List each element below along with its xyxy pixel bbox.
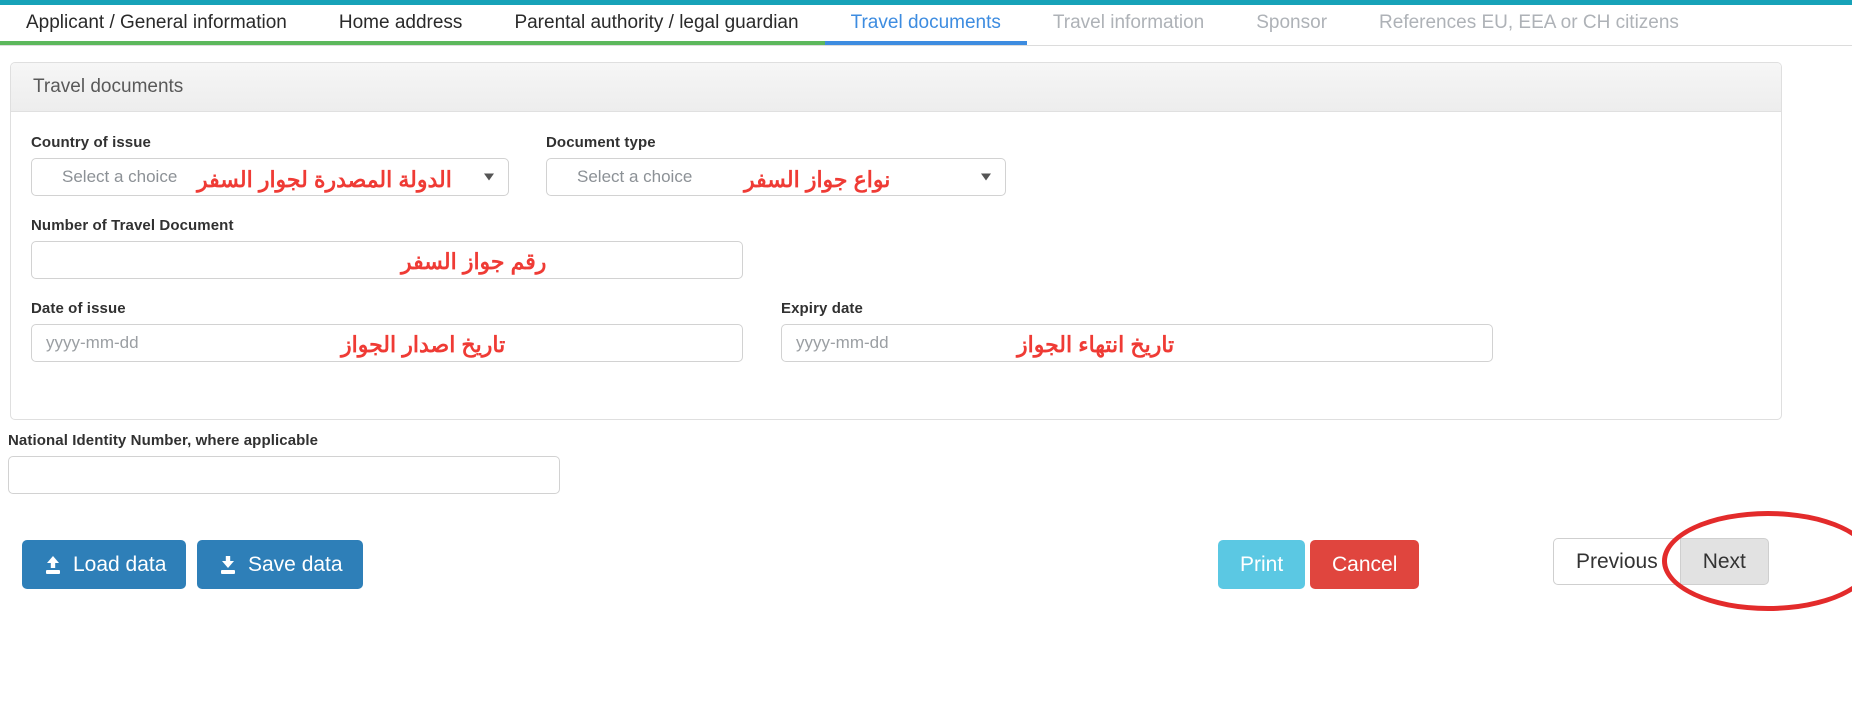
- tab-applicant-general-information[interactable]: Applicant / General information: [0, 5, 313, 45]
- document-type-select[interactable]: Select a choice: [546, 158, 1006, 196]
- save-data-button[interactable]: Save data: [197, 540, 363, 589]
- wizard-tab-strip: Applicant / General information Home add…: [0, 5, 1852, 46]
- panel-header: Travel documents: [11, 63, 1781, 112]
- number-of-travel-document-label: Number of Travel Document: [31, 217, 234, 234]
- previous-button[interactable]: Previous: [1553, 538, 1680, 585]
- tab-travel-documents[interactable]: Travel documents: [824, 5, 1027, 45]
- tab-label: Travel information: [1052, 12, 1205, 33]
- date-of-issue-control[interactable]: [31, 324, 743, 362]
- load-data-label: Load data: [73, 552, 167, 576]
- tab-label: Parental authority / legal guardian: [514, 12, 799, 33]
- tab-parental-authority-legal-guardian[interactable]: Parental authority / legal guardian: [488, 5, 825, 45]
- number-of-travel-document-control[interactable]: [31, 241, 743, 279]
- country-of-issue-select[interactable]: Select a choice: [31, 158, 509, 196]
- field-number-of-travel-document: Number of Travel Document رقم جواز السفر: [31, 217, 743, 279]
- expiry-date-input[interactable]: [794, 325, 1480, 361]
- chevron-down-icon: [981, 173, 991, 181]
- next-button[interactable]: Next: [1679, 538, 1769, 585]
- date-of-issue-label: Date of issue: [31, 300, 126, 317]
- cancel-label: Cancel: [1332, 552, 1398, 576]
- document-type-placeholder: Select a choice: [577, 167, 693, 186]
- tab-home-address[interactable]: Home address: [312, 5, 489, 45]
- panel-body: Country of issue Select a choice الدولة …: [11, 112, 1781, 362]
- field-date-of-issue: Date of issue تاريخ اصدار الجواز: [31, 300, 743, 362]
- form-row-3: Date of issue تاريخ اصدار الجواز Expiry …: [31, 300, 1761, 362]
- national-identity-number-control[interactable]: [8, 456, 560, 494]
- date-of-issue-input[interactable]: [44, 325, 730, 361]
- load-data-button[interactable]: Load data: [22, 540, 187, 589]
- country-of-issue-placeholder: Select a choice: [62, 167, 178, 186]
- form-row-1: Country of issue Select a choice الدولة …: [31, 134, 1761, 196]
- wizard-navigation-group: Previous Next: [1553, 538, 1769, 585]
- tab-label: Applicant / General information: [26, 12, 287, 33]
- field-national-identity-number: National Identity Number, where applicab…: [8, 432, 568, 494]
- expiry-date-control[interactable]: [781, 324, 1493, 362]
- field-document-type: Document type Select a choice نواع جواز …: [546, 134, 1006, 196]
- previous-label: Previous: [1576, 549, 1658, 573]
- travel-documents-panel: Travel documents Country of issue Select…: [10, 62, 1782, 420]
- application-root: Applicant / General information Home add…: [0, 0, 1852, 720]
- upload-icon: [42, 554, 64, 576]
- print-label: Print: [1240, 552, 1284, 576]
- national-identity-number-label: National Identity Number, where applicab…: [8, 432, 319, 449]
- national-identity-number-input[interactable]: [21, 457, 547, 493]
- tab-label: Sponsor: [1256, 12, 1328, 33]
- save-data-label: Save data: [248, 552, 343, 576]
- tab-label: Home address: [338, 12, 463, 33]
- tab-label: References EU, EEA or CH citizens: [1379, 12, 1679, 33]
- expiry-date-label: Expiry date: [781, 300, 863, 317]
- tab-references-eu-eea-ch-citizens: References EU, EEA or CH citizens: [1353, 5, 1705, 45]
- document-type-label: Document type: [546, 134, 656, 151]
- number-of-travel-document-input[interactable]: [44, 242, 730, 278]
- form-row-2: Number of Travel Document رقم جواز السفر: [31, 217, 1761, 279]
- country-of-issue-label: Country of issue: [31, 134, 151, 151]
- tab-label: Travel documents: [850, 12, 1001, 33]
- chevron-down-icon: [484, 173, 494, 181]
- field-country-of-issue: Country of issue Select a choice الدولة …: [31, 134, 509, 196]
- print-button[interactable]: Print: [1218, 540, 1306, 589]
- field-expiry-date: Expiry date تاريخ انتهاء الجواز: [781, 300, 1493, 362]
- tab-sponsor: Sponsor: [1230, 5, 1353, 45]
- next-label: Next: [1702, 549, 1746, 573]
- cancel-button[interactable]: Cancel: [1310, 540, 1420, 589]
- download-icon: [217, 554, 239, 576]
- panel-title: Travel documents: [33, 76, 184, 97]
- tab-travel-information: Travel information: [1027, 5, 1230, 45]
